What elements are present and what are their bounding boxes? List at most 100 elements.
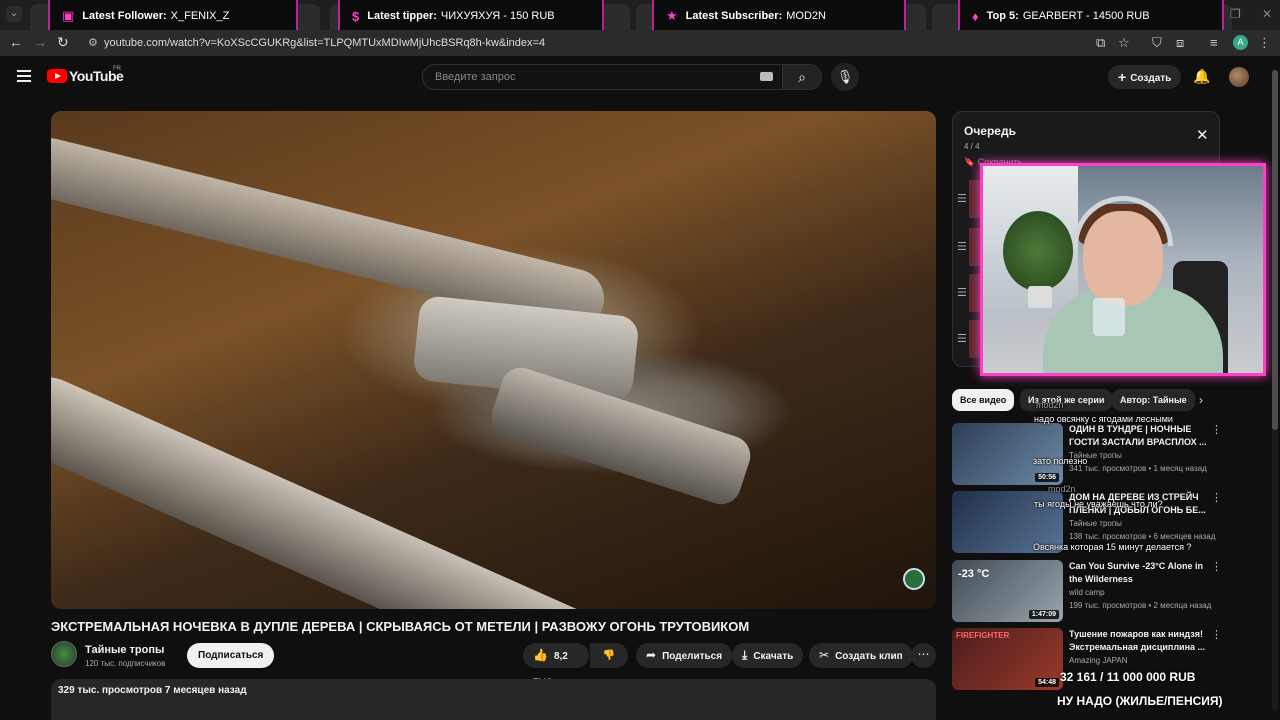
account-avatar[interactable] [1229, 67, 1249, 87]
rec-title[interactable]: Can You Survive -23°C Alone in the Wilde… [1069, 560, 1209, 586]
description-box[interactable]: 329 тыс. просмотров 7 месяцев назад [51, 679, 936, 720]
forward-icon[interactable]: → [33, 34, 47, 50]
close-window-icon[interactable]: ✕ [1262, 7, 1272, 21]
rec-title[interactable]: Тушение пожаров как ниндзя! Экстремальна… [1069, 628, 1209, 654]
tipper-label: Latest tipper: [367, 10, 437, 22]
search-button[interactable]: ⌕ [782, 64, 822, 90]
subscribe-button[interactable]: Подписаться [187, 643, 275, 668]
rec-duration: 54:48 [1035, 678, 1059, 687]
kebab-menu-icon[interactable]: ⋮ [1258, 35, 1271, 51]
microphone-icon: 🎙 [836, 69, 854, 84]
region-code: FR [113, 66, 121, 72]
url-field[interactable]: youtube.com/watch?v=KoXScCGUKRg&list=TLP… [82, 33, 1082, 53]
rec-menu-icon[interactable]: ⋮ [1211, 628, 1222, 641]
rec-duration: 1:47:09 [1028, 610, 1059, 619]
subscriber-label: Latest Subscriber: [685, 10, 783, 22]
donation-goal-label: НУ НАДО (ЖИЛЬЕ/ПЕНСИЯ) [1057, 694, 1223, 708]
rec-thumbnail[interactable]: -23 °C 1:47:09 [952, 560, 1063, 622]
clip-button[interactable]: ✂ Создать клип [809, 643, 913, 668]
thumbs-down-icon: 👎 [602, 650, 616, 661]
close-queue-icon[interactable]: ✕ [1196, 126, 1209, 144]
more-actions-button[interactable]: ⋯ [911, 643, 936, 668]
share-icon: ➦ [646, 648, 657, 662]
search-input[interactable]: Введите запрос [422, 64, 783, 90]
video-player[interactable] [51, 111, 936, 609]
chat-message: Овсянка которая 15 минут делается ? [1033, 542, 1192, 552]
channel-subscribers: 120 тыс. подписчиков [85, 659, 166, 668]
follower-value: X_FENIX_Z [170, 10, 230, 22]
install-icon[interactable]: ⧉ [1096, 35, 1105, 51]
dislike-button[interactable]: 👎 [590, 643, 628, 668]
rec-title[interactable]: ОДИН В ТУНДРЕ | НОЧНЫЕ ГОСТИ ЗАСТАЛИ ВРА… [1069, 423, 1209, 449]
page-scrollbar-thumb[interactable] [1272, 70, 1278, 430]
chat-message: ты ягоды не уважаешь что ли? [1034, 499, 1163, 509]
latest-follower-widget: ▣ Latest Follower: X_FENIX_Z [48, 0, 298, 34]
star-icon: ★ [666, 8, 678, 23]
bookmark-icon: 🔖 [964, 157, 978, 167]
create-button[interactable]: + Создать [1108, 65, 1182, 89]
chip-author[interactable]: Автор: Тайные [1112, 389, 1195, 411]
rec-thumbnail[interactable]: 50:56 [952, 423, 1063, 485]
chip-same-series[interactable]: Из этой же серии [1020, 389, 1113, 411]
rec-menu-icon[interactable]: ⋮ [1211, 560, 1222, 573]
rec-channel[interactable]: Amazing JAPAN [1069, 656, 1128, 665]
notifications-bell-icon[interactable]: 🔔 [1193, 68, 1210, 85]
thumbs-up-icon: 👍 [533, 648, 548, 662]
share-button[interactable]: ➦ Поделиться [636, 643, 733, 668]
drag-handle-icon[interactable]: ☰ [957, 192, 967, 205]
channel-watermark[interactable] [903, 568, 925, 590]
rec-menu-icon[interactable]: ⋮ [1211, 491, 1222, 504]
shield-icon[interactable]: ⛉ [1152, 35, 1162, 51]
chat-username: mod2n [1036, 400, 1064, 410]
clip-label: Создать клип [835, 651, 903, 662]
rec-thumbnail[interactable]: FIREFIGHTER 54:48 [952, 628, 1063, 690]
channel-avatar[interactable] [51, 641, 77, 667]
hamburger-menu-icon[interactable] [17, 70, 31, 85]
webcam-plant [1003, 211, 1073, 291]
webcam-cup [1093, 298, 1125, 336]
youtube-logo[interactable]: YouTube FR [47, 66, 124, 84]
download-button[interactable]: ⤓ Скачать [732, 643, 804, 668]
channel-name[interactable]: Тайные тропы [85, 644, 164, 656]
rec-menu-icon[interactable]: ⋮ [1211, 423, 1222, 436]
latest-subscriber-widget: ★ Latest Subscriber: MOD2N [652, 0, 906, 34]
chat-message: зато полезно [1033, 456, 1088, 466]
dollar-icon: $ [352, 8, 360, 24]
chevron-right-icon[interactable]: › [1199, 393, 1203, 407]
views-date: 329 тыс. просмотров 7 месяцев назад [58, 685, 247, 696]
create-label: Создать [1130, 73, 1172, 84]
restore-icon[interactable]: ❐ [1230, 7, 1241, 21]
subscriber-value: MOD2N [786, 10, 826, 22]
lock-icon: ▣ [62, 8, 75, 23]
rec-channel[interactable]: Тайные тропы [1069, 519, 1122, 528]
queue-title: Очередь [964, 124, 1016, 138]
tab-search-icon[interactable]: ⌄ [6, 6, 22, 22]
reading-list-icon[interactable]: ≡ [1210, 35, 1218, 50]
back-icon[interactable]: ← [9, 34, 23, 50]
recommendation-item[interactable]: -23 °C 1:47:09 Can You Survive -23°C Alo… [952, 560, 1222, 626]
voice-search-button[interactable]: 🎙 [831, 63, 859, 91]
like-button[interactable]: 👍8,2 тыс. [523, 643, 589, 687]
keyboard-icon[interactable] [760, 72, 773, 81]
drag-handle-icon[interactable]: ☰ [957, 240, 967, 253]
drag-handle-icon[interactable]: ☰ [957, 332, 967, 345]
reload-icon[interactable]: ↻ [57, 34, 69, 51]
recommendation-item[interactable]: FIREFIGHTER 54:48 Тушение пожаров как ни… [952, 628, 1222, 694]
rec-meta: 341 тыс. просмотров • 1 месяц назад [1069, 464, 1207, 473]
scissors-icon: ✂ [819, 648, 830, 662]
latest-tipper-widget: $ Latest tipper: ЧИХУЯХУЯ - 150 RUB [338, 0, 604, 34]
chip-all-videos[interactable]: Все видео [952, 389, 1015, 411]
queue-count: 4 / 4 [964, 142, 980, 151]
rec-thumb-text: FIREFIGHTER [956, 631, 1010, 640]
video-frame-tongs-upper [51, 131, 611, 336]
extensions-icon[interactable]: ⧈ [1176, 35, 1184, 51]
drag-handle-icon[interactable]: ☰ [957, 286, 967, 299]
video-title: ЭКСТРЕМАЛЬНАЯ НОЧЕВКА В ДУПЛЕ ДЕРЕВА | С… [51, 619, 750, 634]
chat-message: надо овсянку с ягодами лесными [1034, 414, 1173, 424]
bookmark-star-icon[interactable]: ☆ [1118, 35, 1130, 51]
download-label: Скачать [753, 651, 794, 662]
top-donors-widget: ♦ Top 5: GEARBERT - 14500 RUB [958, 0, 1224, 34]
top-value: GEARBERT - 14500 RUB [1022, 10, 1150, 22]
rec-channel[interactable]: wild camp [1069, 588, 1105, 597]
profile-avatar[interactable]: A [1233, 35, 1248, 50]
